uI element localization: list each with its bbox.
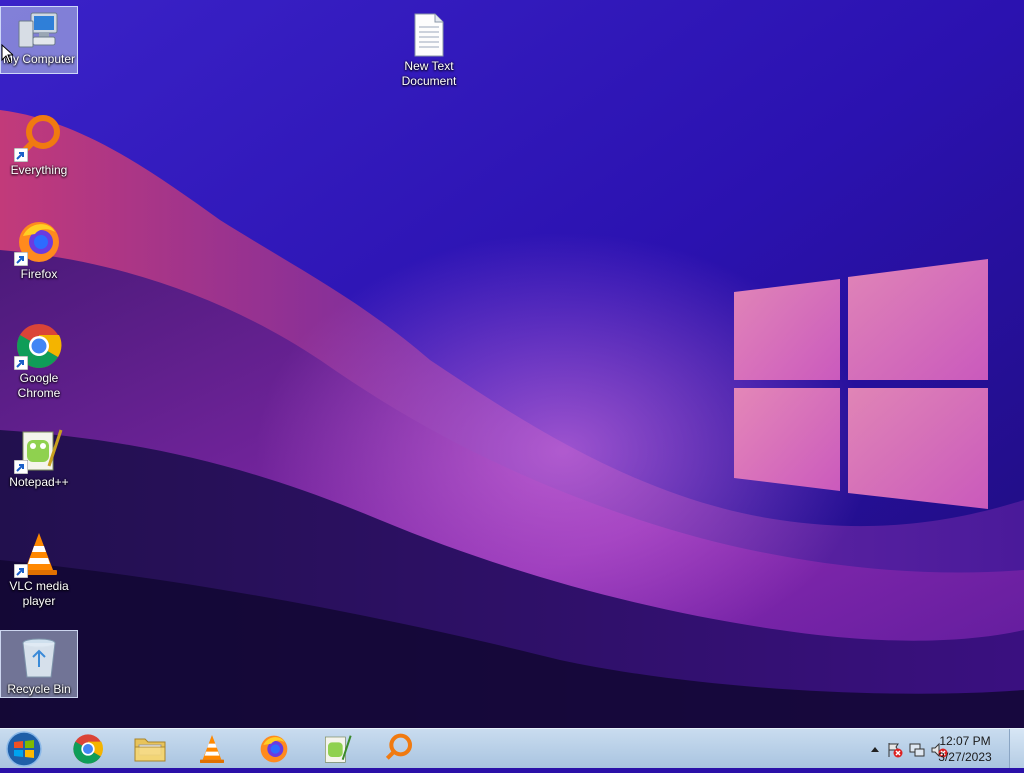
- firefox-icon: [260, 735, 288, 763]
- taskbar-file-explorer-button[interactable]: [128, 731, 172, 767]
- desktop-icon-label: Recycle Bin: [7, 682, 71, 696]
- desktop-icon-label: Google Chrome: [17, 371, 61, 400]
- shortcut-arrow-icon: [14, 460, 28, 474]
- action-center-flag-icon[interactable]: [886, 741, 904, 759]
- desktop-icon-label: Firefox: [20, 267, 58, 281]
- taskbar-notepad-plus-plus-button[interactable]: [314, 731, 358, 767]
- show-desktop-button[interactable]: [1009, 729, 1024, 768]
- network-icon[interactable]: [908, 741, 926, 759]
- desktop-icon-label: New Text Document: [401, 59, 457, 88]
- desktop-icon-recycle-bin[interactable]: Recycle Bin: [0, 630, 78, 698]
- computer-icon: [18, 12, 58, 48]
- desktop-icon-notepad-plus-plus[interactable]: Notepad++: [0, 422, 78, 490]
- desktop-icon-label: Notepad++: [9, 475, 69, 489]
- desktop-icon-firefox[interactable]: Firefox: [0, 214, 78, 282]
- taskbar-clock[interactable]: 12:07 PM 3/27/2023: [930, 733, 1000, 765]
- vlc-icon: [200, 735, 224, 763]
- shortcut-arrow-icon: [14, 356, 28, 370]
- text-document-icon: [414, 13, 444, 57]
- recycle-bin-icon: [22, 638, 56, 678]
- system-tray: 12:07 PM 3/27/2023: [844, 729, 1024, 769]
- clock-time: 12:07 PM: [939, 734, 991, 748]
- desktop-icon-label: VLC media player: [9, 579, 69, 608]
- desktop-icon-everything[interactable]: Everything: [0, 110, 78, 178]
- shortcut-arrow-icon: [14, 564, 28, 578]
- shortcut-arrow-icon: [14, 148, 28, 162]
- taskbar-chrome-button[interactable]: [66, 731, 110, 767]
- desktop-icon-label: Everything: [10, 163, 68, 177]
- mouse-cursor-icon: [1, 44, 13, 64]
- start-orb-icon: [6, 731, 42, 767]
- desktop-icon-vlc[interactable]: VLC media player: [0, 526, 78, 609]
- desktop-wallpaper: [0, 0, 1024, 728]
- desktop-icon-google-chrome[interactable]: Google Chrome: [0, 318, 78, 401]
- file-explorer-icon: [134, 738, 166, 762]
- taskbar-vlc-button[interactable]: [190, 731, 234, 767]
- chrome-icon: [73, 734, 103, 764]
- clock-date: 3/27/2023: [938, 750, 992, 764]
- desktop-icon-new-text-document[interactable]: New Text Document: [390, 8, 468, 89]
- notepad-plus-plus-icon: [325, 735, 352, 763]
- show-hidden-icons-chevron[interactable]: [870, 745, 880, 753]
- taskbar-everything-button[interactable]: [376, 731, 420, 767]
- taskbar: 12:07 PM 3/27/2023: [0, 728, 1024, 768]
- shortcut-arrow-icon: [14, 252, 28, 266]
- everything-icon: [385, 733, 412, 760]
- taskbar-firefox-button[interactable]: [252, 731, 296, 767]
- start-button[interactable]: [4, 730, 48, 768]
